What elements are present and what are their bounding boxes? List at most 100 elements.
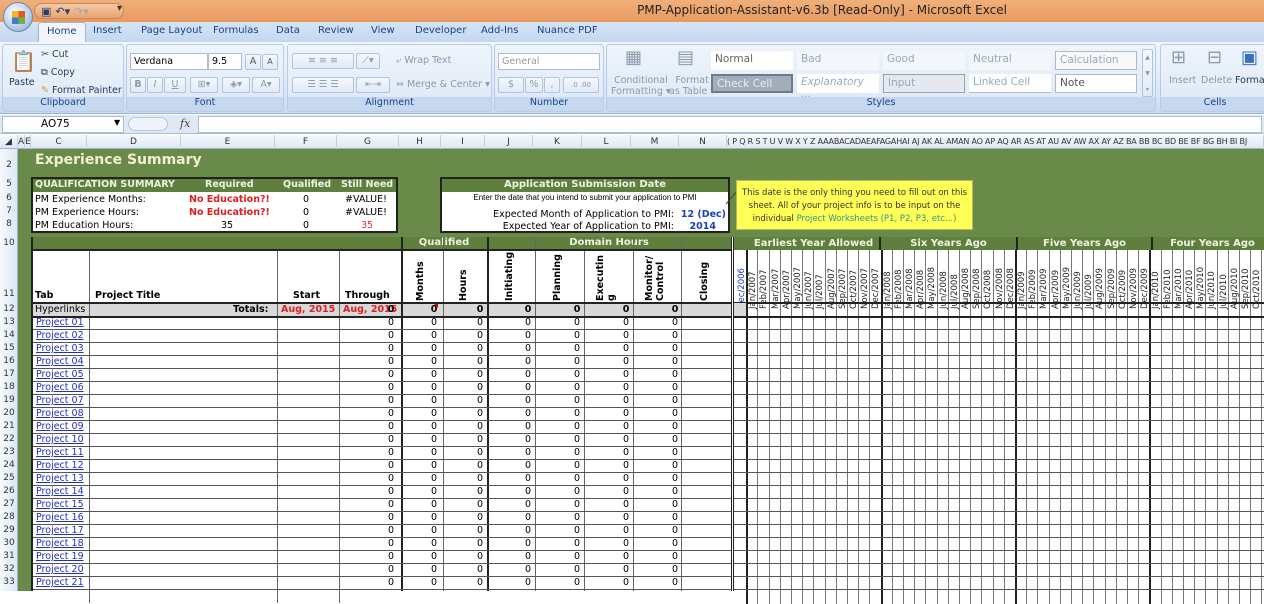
delete-cells-button[interactable]: Delete: [1201, 75, 1232, 86]
project-value-cell[interactable]: 0: [508, 395, 548, 406]
style-explanatory[interactable]: Explanatory ...: [797, 74, 879, 100]
save-icon[interactable]: ▣: [41, 5, 51, 18]
indent-buttons[interactable]: ⇤⇥: [356, 77, 390, 93]
row-header[interactable]: 26: [0, 486, 18, 496]
redo-icon[interactable]: ↷▾: [74, 5, 89, 18]
project-link[interactable]: Project 18: [36, 538, 84, 549]
project-value-cell[interactable]: 0: [460, 447, 500, 458]
project-value-cell[interactable]: 0: [655, 369, 695, 380]
format-painter-button[interactable]: ✎ Format Painter: [41, 85, 122, 96]
project-value-cell[interactable]: 0: [655, 408, 695, 419]
select-all-corner[interactable]: ◢: [0, 135, 18, 149]
project-link[interactable]: Project 04: [36, 356, 84, 367]
project-value-cell[interactable]: 0: [371, 434, 411, 445]
col-header-g[interactable]: G: [337, 135, 399, 149]
project-value-cell[interactable]: 0: [371, 382, 411, 393]
project-value-cell[interactable]: 0: [460, 564, 500, 575]
cut-button[interactable]: ✂ Cut: [41, 49, 68, 60]
row-header[interactable]: 15: [0, 343, 18, 353]
project-value-cell[interactable]: 0: [557, 408, 597, 419]
project-value-cell[interactable]: 0: [557, 369, 597, 380]
project-value-cell[interactable]: 0: [557, 538, 597, 549]
project-value-cell[interactable]: 0: [557, 473, 597, 484]
project-link[interactable]: Project 21: [36, 577, 84, 588]
project-value-cell[interactable]: 0: [606, 564, 646, 575]
project-link[interactable]: Project 02: [36, 330, 84, 341]
col-header-d[interactable]: D: [87, 135, 181, 149]
row-header[interactable]: 20: [0, 408, 18, 418]
project-value-cell[interactable]: 0: [557, 525, 597, 536]
project-value-cell[interactable]: 0: [414, 577, 454, 588]
project-link[interactable]: Project 16: [36, 512, 84, 523]
project-value-cell[interactable]: 0: [414, 538, 454, 549]
project-value-cell[interactable]: 0: [460, 460, 500, 471]
project-value-cell[interactable]: 0: [557, 499, 597, 510]
project-value-cell[interactable]: 0: [655, 525, 695, 536]
row-header[interactable]: 28: [0, 512, 18, 522]
tab-formulas[interactable]: Formulas: [213, 25, 259, 36]
project-value-cell[interactable]: 0: [606, 473, 646, 484]
project-value-cell[interactable]: 0: [371, 447, 411, 458]
project-value-cell[interactable]: 0: [557, 447, 597, 458]
row-header[interactable]: 13: [0, 317, 18, 327]
project-value-cell[interactable]: 0: [508, 525, 548, 536]
project-value-cell[interactable]: 0: [606, 343, 646, 354]
project-value-cell[interactable]: 0: [414, 317, 454, 328]
comma-button[interactable]: ,: [544, 77, 560, 93]
project-value-cell[interactable]: 0: [655, 356, 695, 367]
underline-button[interactable]: U: [164, 77, 186, 93]
project-link[interactable]: Project 13: [36, 473, 84, 484]
project-value-cell[interactable]: 0: [371, 421, 411, 432]
row-header[interactable]: 19: [0, 395, 18, 405]
project-value-cell[interactable]: 0: [371, 564, 411, 575]
project-value-cell[interactable]: 0: [655, 499, 695, 510]
project-value-cell[interactable]: 0: [414, 499, 454, 510]
project-value-cell[interactable]: 0: [655, 434, 695, 445]
expected-month-input[interactable]: 12 (Dec): [681, 209, 726, 220]
tab-view[interactable]: View: [371, 25, 395, 36]
project-value-cell[interactable]: 0: [414, 343, 454, 354]
project-link[interactable]: Project 17: [36, 525, 84, 536]
paste-button[interactable]: Paste: [9, 77, 35, 88]
project-value-cell[interactable]: 0: [557, 577, 597, 588]
orientation-button[interactable]: ⟋▾: [356, 53, 380, 69]
number-format-select[interactable]: General: [498, 53, 600, 70]
col-header-e[interactable]: E: [181, 135, 275, 149]
row-header[interactable]: 29: [0, 525, 18, 535]
project-value-cell[interactable]: 0: [508, 382, 548, 393]
project-value-cell[interactable]: 0: [508, 551, 548, 562]
font-color-button[interactable]: A▾: [252, 77, 280, 93]
project-value-cell[interactable]: 0: [414, 512, 454, 523]
name-box[interactable]: AO75: [2, 116, 124, 133]
row-header[interactable]: 2: [0, 160, 18, 170]
style-calculation[interactable]: Calculation: [1055, 51, 1137, 70]
project-value-cell[interactable]: 0: [460, 421, 500, 432]
project-value-cell[interactable]: 0: [655, 421, 695, 432]
project-value-cell[interactable]: 0: [606, 447, 646, 458]
project-value-cell[interactable]: 0: [557, 486, 597, 497]
project-value-cell[interactable]: 0: [414, 395, 454, 406]
row-header[interactable]: 24: [0, 460, 18, 470]
office-button[interactable]: [3, 2, 33, 32]
project-value-cell[interactable]: 0: [414, 473, 454, 484]
project-value-cell[interactable]: 0: [655, 317, 695, 328]
row-header[interactable]: 8: [0, 219, 18, 229]
project-value-cell[interactable]: 0: [655, 460, 695, 471]
currency-button[interactable]: $: [498, 77, 524, 93]
row-header[interactable]: 32: [0, 564, 18, 574]
tab-add-ins[interactable]: Add-Ins: [481, 25, 518, 36]
col-header-h[interactable]: H: [399, 135, 441, 149]
styles-scroll[interactable]: ▲ ▼ ▾: [1142, 49, 1153, 97]
project-value-cell[interactable]: 0: [508, 486, 548, 497]
project-value-cell[interactable]: 0: [557, 460, 597, 471]
project-value-cell[interactable]: 0: [414, 408, 454, 419]
expected-year-input[interactable]: 2014: [690, 221, 716, 232]
shrink-font-button[interactable]: A: [262, 54, 278, 70]
row-header[interactable]: 21: [0, 421, 18, 431]
project-value-cell[interactable]: 0: [655, 330, 695, 341]
col-header-k[interactable]: K: [533, 135, 582, 149]
project-value-cell[interactable]: 0: [508, 408, 548, 419]
project-value-cell[interactable]: 0: [606, 577, 646, 588]
row-header[interactable]: 30: [0, 538, 18, 548]
project-link[interactable]: Project 12: [36, 460, 84, 471]
